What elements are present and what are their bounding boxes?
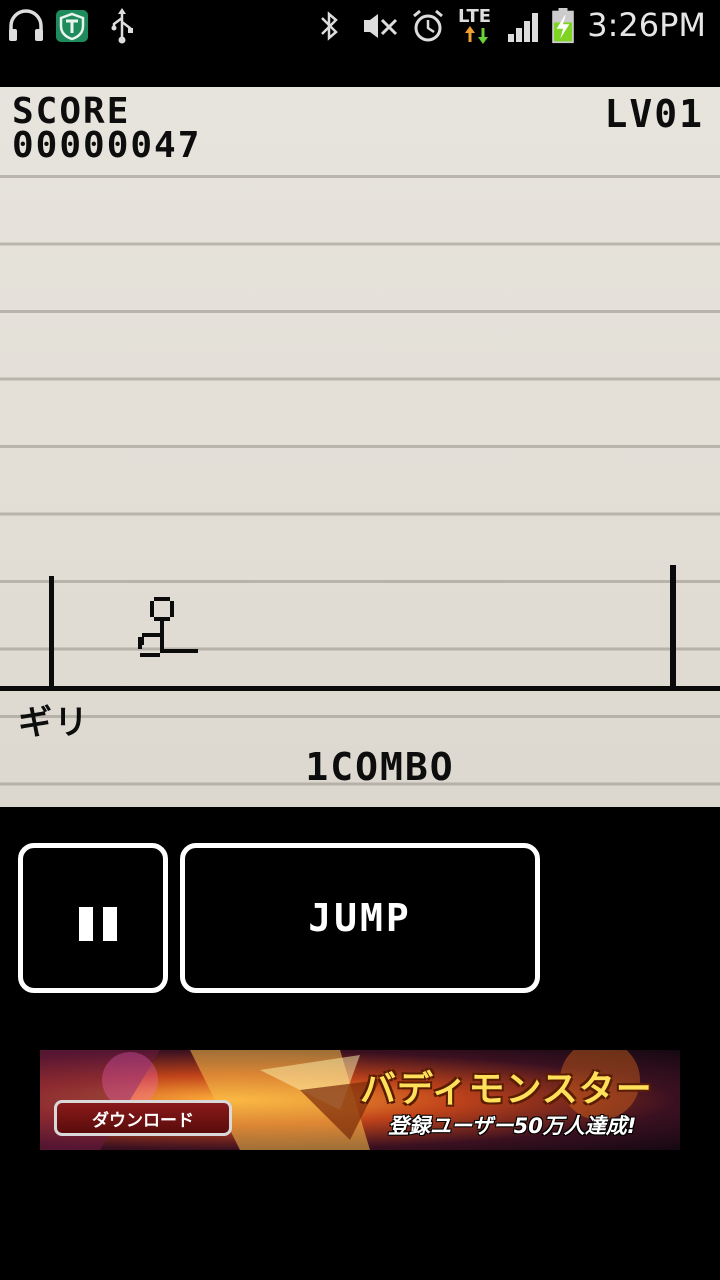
runner-character-icon	[138, 597, 198, 657]
usb-icon	[111, 8, 133, 44]
pause-icon-bar	[103, 907, 117, 941]
battery-charging-icon	[552, 8, 574, 44]
ad-download-button[interactable]: ダウンロード	[54, 1100, 232, 1136]
ad-title: バディモンスター	[360, 1069, 653, 1110]
network-type-label: LTE	[458, 6, 492, 27]
headphones-icon	[9, 9, 43, 41]
pause-icon	[79, 907, 93, 941]
level-indicator: LV01	[604, 92, 704, 136]
ground-line	[0, 686, 720, 691]
combo-counter: 1COMBO	[305, 745, 455, 789]
signal-icon	[508, 13, 538, 42]
timing-judgement-label: ギリ	[18, 703, 90, 743]
pause-button[interactable]	[18, 843, 168, 993]
right-post	[670, 565, 676, 689]
vpn-shield-icon	[56, 10, 88, 42]
jump-button-label: JUMP	[308, 896, 412, 940]
game-playfield[interactable]: SCORE 00000047 LV01 ギリ 1COMBO	[0, 87, 720, 807]
ad-subtitle: 登録ユーザー50万人達成!	[388, 1114, 637, 1138]
left-post	[49, 576, 54, 688]
bluetooth-icon	[321, 11, 338, 41]
alarm-icon	[413, 9, 443, 42]
mute-icon	[364, 14, 398, 38]
score-label: SCORE	[12, 91, 131, 132]
lte-data-icon: LTE	[456, 6, 496, 46]
status-bar: LTE 3:26PM	[0, 0, 720, 52]
score-value: 00000047	[12, 125, 202, 166]
jump-button[interactable]: JUMP	[180, 843, 540, 993]
clock: 3:26PM	[587, 6, 706, 44]
ad-banner[interactable]: ダウンロード バディモンスター 登録ユーザー50万人達成!	[40, 1050, 680, 1150]
